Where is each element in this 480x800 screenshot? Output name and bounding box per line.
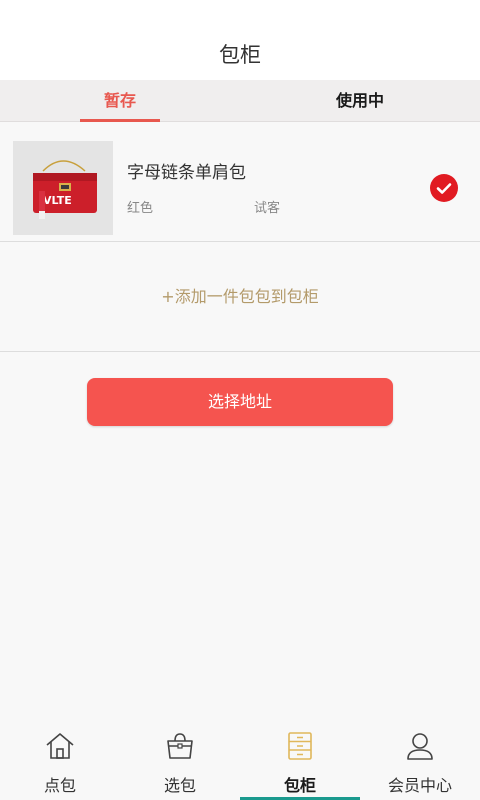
item-color: 红色 [127,201,154,216]
item-tag: 试客 [254,201,281,216]
page-title: 包柜 [219,43,261,67]
nav-label: 选包 [163,776,196,795]
nav-item-home[interactable]: 点包 [0,720,120,800]
checked-icon[interactable] [430,174,458,202]
tab-label: 使用中 [335,91,384,110]
nav-item-select-bag[interactable]: 选包 [120,720,240,800]
tab-label: 暂存 [103,91,136,110]
cabinet-icon [288,732,312,760]
nav-label: 会员中心 [387,776,452,795]
bottom-nav: 点包 选包 包柜 会员中心 [0,720,480,800]
bag-image: VLTE [13,141,113,235]
list-item[interactable]: VLTE 字母链条单肩包 红色 试客 [0,122,480,242]
home-icon [46,733,74,759]
tab-temporary-storage[interactable]: 暂存 [0,80,240,122]
bag-print: VLTE [43,194,72,207]
item-name: 字母链条单肩包 [127,163,246,183]
add-bag-link[interactable]: +添加一件包包到包柜 [0,242,480,352]
page: 包柜 暂存 使用中 VLTE 字母链条单肩包 红色 试客 +添加一件包包到包柜 … [0,0,480,800]
bag-thumbnail: VLTE [13,141,113,235]
nav-label: 包柜 [283,776,316,795]
bag-icon [167,733,193,759]
user-icon [407,733,433,760]
nav-label: 点包 [43,776,76,795]
tab-bar: 暂存 使用中 [0,80,480,122]
tab-in-use[interactable]: 使用中 [240,80,480,121]
select-address-button[interactable]: 选择地址 [87,378,393,426]
nav-item-cabinet[interactable]: 包柜 [240,720,360,800]
header: 包柜 [0,0,480,80]
nav-item-member-center[interactable]: 会员中心 [360,720,480,800]
